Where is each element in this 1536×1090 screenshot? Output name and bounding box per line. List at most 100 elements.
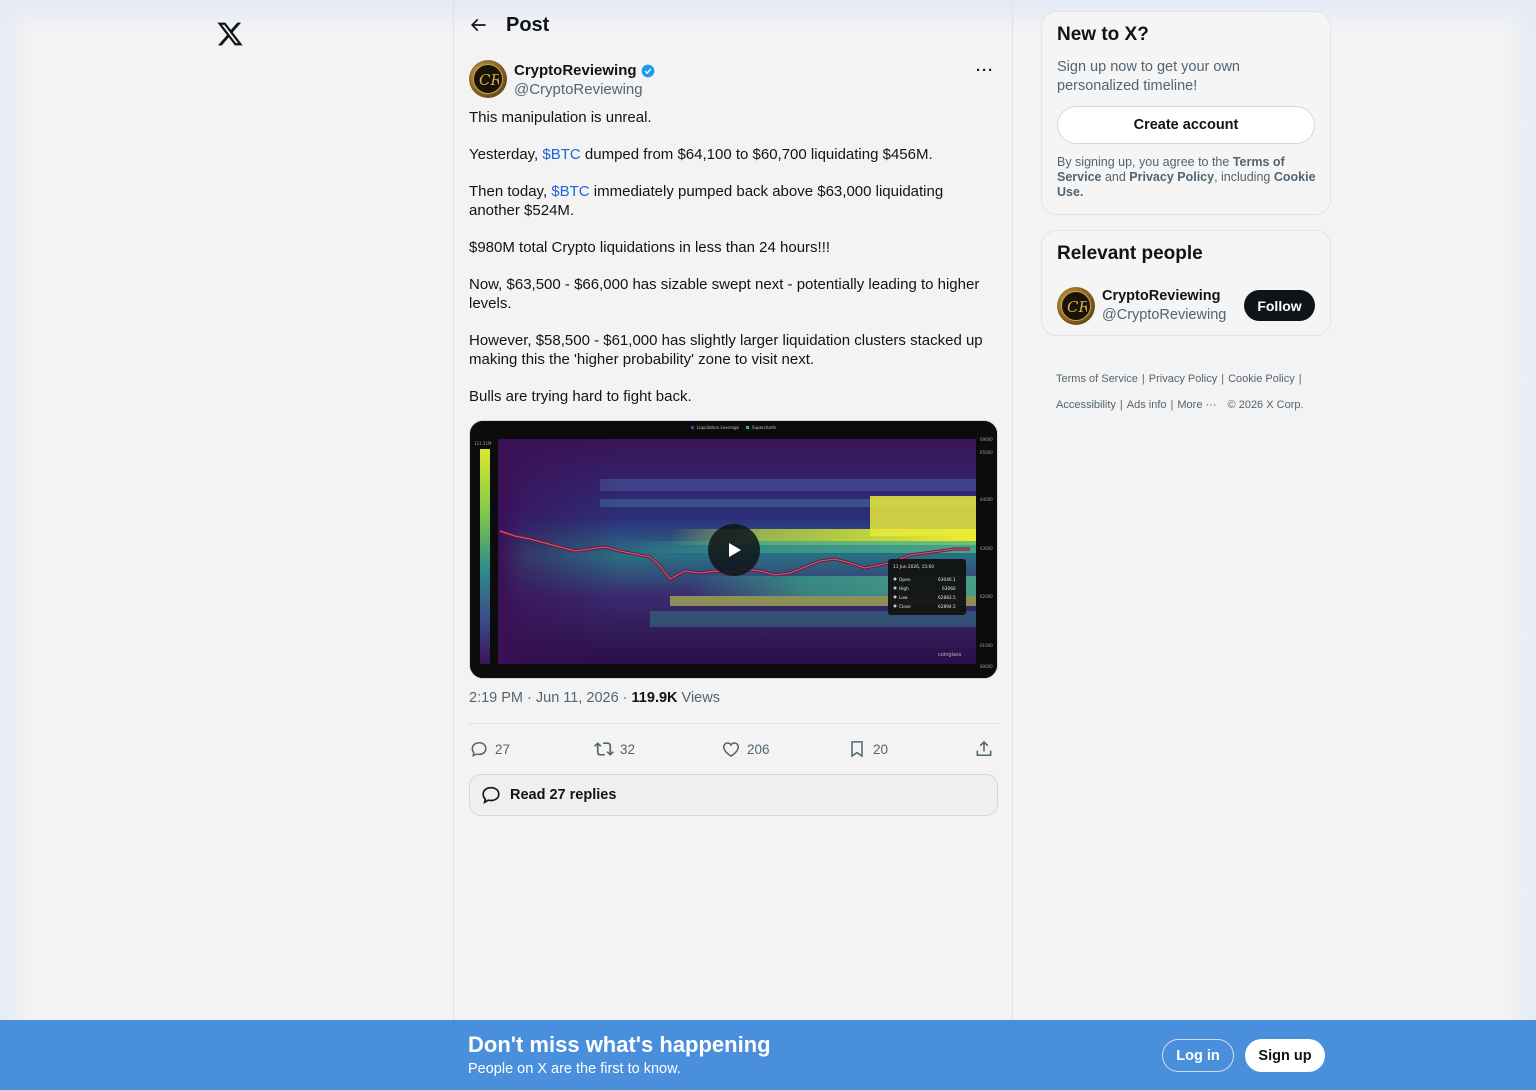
tooltip-value: 62883.5 <box>938 595 956 601</box>
tooltip-value: 63046.1 <box>938 577 956 583</box>
paragraph-text: Yesterday, <box>469 146 543 163</box>
post-time[interactable]: 2:19 PM · Jun 11, 2026 · <box>469 690 632 706</box>
bookmark-count: 20 <box>873 741 889 757</box>
paragraph-text: Then today, <box>469 183 552 200</box>
repost-count: 32 <box>620 741 636 757</box>
relevant-people-title: Relevant people <box>1057 243 1203 264</box>
paragraph-text: Bulls are trying hard to fight back. <box>469 388 692 405</box>
read-replies-button[interactable]: Read 27 replies <box>469 774 998 816</box>
footer-links: Terms of Service | Privacy Policy | Cookie P… <box>1056 373 1304 411</box>
author-name-text[interactable]: CryptoReviewing <box>514 62 637 79</box>
share-icon <box>976 740 992 756</box>
tooltip-label: Low <box>899 595 908 601</box>
avatar[interactable]: CR <box>469 60 507 98</box>
legend-label: Liquidation Leverage <box>697 425 740 430</box>
back-arrow-icon[interactable] <box>468 14 490 36</box>
divider <box>469 723 998 724</box>
legal-text: By signing up, you agree to the Terms of… <box>1057 155 1317 200</box>
cashtag-link[interactable]: $BTC <box>542 146 580 163</box>
signup-card-subtitle: Sign up now to get your own personalized… <box>1057 59 1240 94</box>
action-bar: 27 32 206 20 <box>469 737 998 761</box>
paragraph: However, $58,500 - $61,000 has slightly … <box>469 331 994 369</box>
paragraph-text: However, $58,500 - $61,000 has slightly … <box>469 332 983 368</box>
footer-cookie-link[interactable]: Cookie Policy <box>1228 373 1295 385</box>
more-options-icon[interactable]: ··· <box>971 60 999 80</box>
play-button[interactable] <box>708 524 760 576</box>
paragraph-text: dumped from $64,100 to $60,700 liquidati… <box>580 146 933 163</box>
bottom-signup-bar: Don't miss what's happening People on X … <box>0 1020 1536 1090</box>
paragraph-text: Now, $63,500 - $66,000 has sizable swept… <box>469 276 980 312</box>
paragraph: $980M total Crypto liquidations in less … <box>469 238 994 257</box>
like-button[interactable]: 206 <box>721 737 770 761</box>
play-icon <box>729 543 741 557</box>
footer-privacy-link[interactable]: Privacy Policy <box>1149 373 1217 385</box>
post-meta: 2:19 PM · Jun 11, 2026 · 119.9K Views <box>469 690 720 706</box>
follow-button[interactable]: Follow <box>1244 290 1315 321</box>
signup-card-title: New to X? <box>1057 24 1149 45</box>
bookmark-button[interactable]: 20 <box>847 737 888 761</box>
paragraph: Then today, $BTC immediately pumped back… <box>469 182 994 220</box>
legal-text-part: , including <box>1214 170 1274 184</box>
create-account-button[interactable]: Create account <box>1057 106 1315 144</box>
heart-icon <box>722 742 740 757</box>
tooltip-label: Open <box>899 577 911 583</box>
y-tick: 62000 <box>980 594 993 599</box>
paragraph-text: $980M total Crypto liquidations in less … <box>469 239 831 256</box>
paragraph: Yesterday, $BTC dumped from $64,100 to $… <box>469 145 994 164</box>
footer-copyright: © 2026 X Corp. <box>1227 399 1304 411</box>
footer-terms-link[interactable]: Terms of Service <box>1056 373 1138 385</box>
post-header: Post <box>468 10 549 40</box>
tooltip-date: 11 Jun 2026, 15:00 <box>893 564 934 570</box>
footer-accessibility-link[interactable]: Accessibility <box>1056 399 1116 411</box>
bottom-bar-subtitle: People on X are the first to know. <box>468 1061 681 1077</box>
reply-count: 27 <box>495 741 511 757</box>
repost-icon <box>594 742 614 756</box>
signup-button[interactable]: Sign up <box>1245 1039 1325 1072</box>
y-tick: 60000 <box>980 664 993 669</box>
author-name[interactable]: CryptoReviewing <box>514 62 655 79</box>
y-tick: 65000 <box>980 450 993 455</box>
y-tick: 64000 <box>980 497 993 502</box>
avatar[interactable]: CR <box>1057 287 1095 325</box>
reply-icon <box>471 741 487 757</box>
relevant-people-card: Relevant people CR CryptoReviewing @Cryp… <box>1041 230 1331 336</box>
views-count: 119.9K <box>631 690 678 706</box>
x-logo-icon[interactable] <box>216 20 244 48</box>
left-glow <box>0 0 30 1090</box>
views-label: Views <box>677 690 720 706</box>
paragraph: This manipulation is unreal. <box>469 108 994 127</box>
post-author: CR CryptoReviewing @CryptoReviewing ··· <box>469 60 999 100</box>
reply-button[interactable]: 27 <box>469 737 510 761</box>
legend-label: Supercharts <box>752 425 776 430</box>
watermark: coinglass <box>938 652 962 658</box>
y-tick: 63000 <box>980 546 993 551</box>
read-replies-label: Read 27 replies <box>510 787 617 803</box>
cashtag-link[interactable]: $BTC <box>551 183 589 200</box>
y-tick: 69000 <box>980 437 993 442</box>
author-handle[interactable]: @CryptoReviewing <box>514 81 643 98</box>
bottom-bar-title: Don't miss what's happening <box>468 1032 771 1057</box>
legal-text-part: By signing up, you agree to the <box>1057 155 1233 169</box>
repost-button[interactable]: 32 <box>594 737 635 761</box>
footer-ads-link[interactable]: Ads info <box>1127 399 1167 411</box>
svg-text:CR: CR <box>479 71 499 89</box>
privacy-link[interactable]: Privacy Policy <box>1129 170 1214 184</box>
paragraph-text: This manipulation is unreal. <box>469 109 652 126</box>
person-handle[interactable]: @CryptoReviewing <box>1102 307 1226 323</box>
right-glow <box>1506 0 1536 1090</box>
tooltip-value: 63060 <box>942 586 956 592</box>
replies-bubble-icon <box>482 786 500 805</box>
scale-label: 121.51M <box>474 441 492 446</box>
tooltip-value: 62894.5 <box>938 604 956 610</box>
login-button[interactable]: Log in <box>1162 1039 1234 1072</box>
signup-card: New to X? Sign up now to get your own pe… <box>1041 11 1331 215</box>
tooltip-label: High <box>899 586 909 592</box>
person-name[interactable]: CryptoReviewing <box>1102 288 1220 304</box>
post-text: This manipulation is unreal. Yesterday, … <box>469 108 994 424</box>
footer-more-link[interactable]: More ··· <box>1177 399 1216 411</box>
verified-badge-icon <box>641 64 654 77</box>
main-column: Post CR CryptoReviewing @CryptoReviewing… <box>453 0 1013 1090</box>
share-button[interactable] <box>974 737 994 761</box>
video-media[interactable]: 69000 65000 64000 63000 62000 61000 6000… <box>469 420 998 679</box>
y-tick: 61000 <box>980 643 993 648</box>
